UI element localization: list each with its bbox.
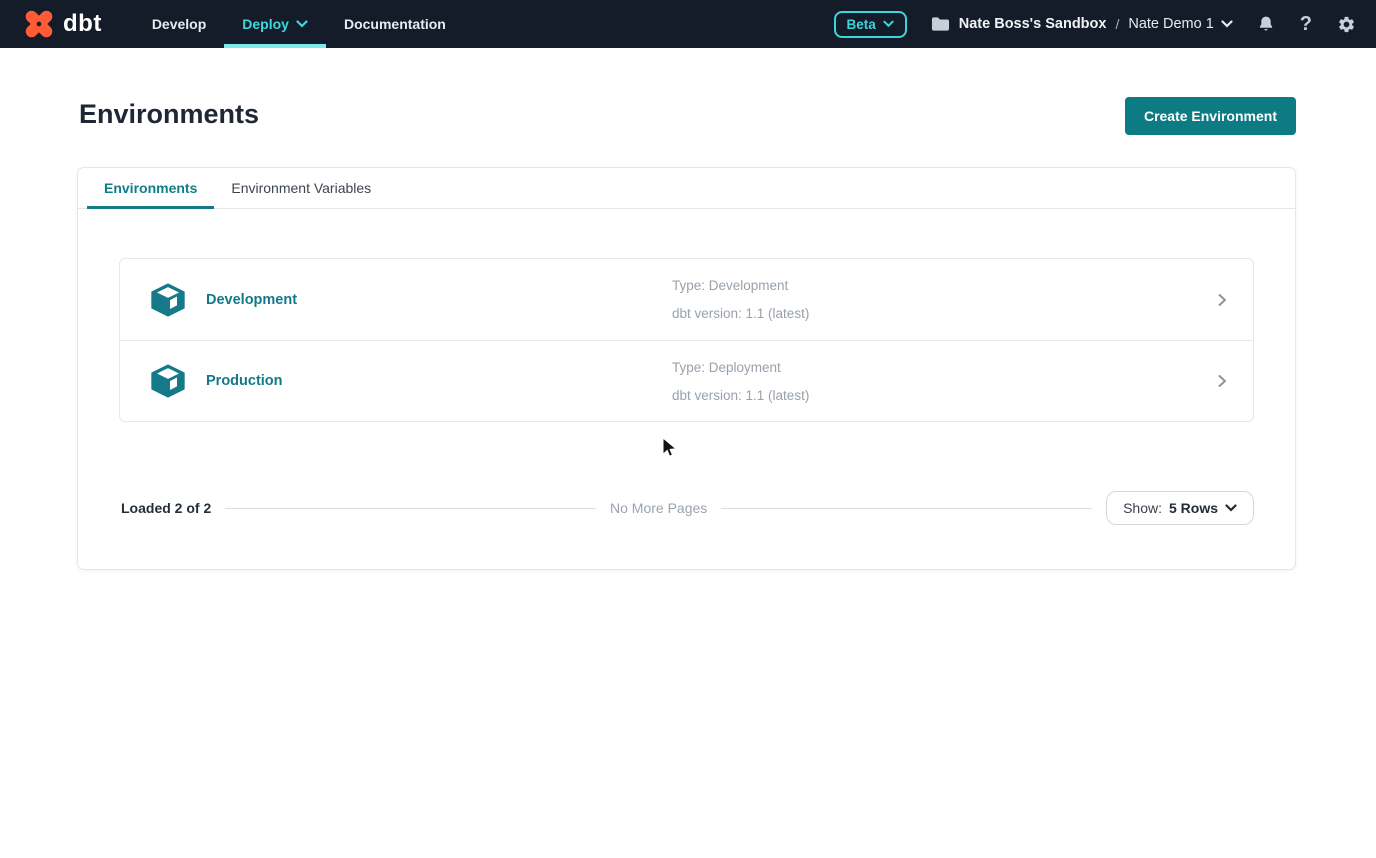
chevron-down-icon: [296, 20, 308, 28]
environment-version: dbt version: 1.1 (latest): [672, 306, 809, 321]
nav-item-label: Deploy: [242, 16, 289, 32]
project-name: Nate Demo 1: [1128, 16, 1213, 32]
create-environment-button[interactable]: Create Environment: [1125, 97, 1296, 135]
nav-item-documentation[interactable]: Documentation: [326, 0, 464, 48]
nav-item-develop[interactable]: Develop: [134, 0, 224, 48]
chevron-down-icon: [1225, 504, 1237, 512]
environment-row-production[interactable]: Production Type: Deployment dbt version:…: [120, 340, 1253, 421]
rows-value: 5 Rows: [1169, 500, 1218, 516]
beta-label: Beta: [847, 17, 876, 32]
chevron-right-icon[interactable]: [1215, 374, 1229, 388]
notifications-bell-icon[interactable]: [1257, 15, 1275, 34]
nav-item-deploy[interactable]: Deploy: [224, 0, 326, 48]
environment-version: dbt version: 1.1 (latest): [672, 388, 809, 403]
environment-cube-icon: [148, 361, 188, 401]
loaded-count: Loaded 2 of 2: [121, 500, 211, 516]
page-title: Environments: [79, 99, 259, 130]
tab-environment-variables[interactable]: Environment Variables: [214, 168, 388, 208]
environments-card: Environments Environment Variables Devel…: [77, 167, 1296, 570]
rows-per-page-dropdown[interactable]: Show: 5 Rows: [1106, 491, 1254, 525]
dbt-logo[interactable]: dbt: [22, 7, 102, 41]
chevron-right-icon[interactable]: [1215, 293, 1229, 307]
nav-icon-group: ?: [1257, 14, 1356, 34]
breadcrumb: Nate Boss's Sandbox / Nate Demo 1: [931, 16, 1233, 32]
tab-environments[interactable]: Environments: [87, 168, 214, 208]
no-more-pages-label: No More Pages: [610, 500, 707, 516]
tab-label: Environments: [104, 180, 197, 196]
nav-item-label: Documentation: [344, 16, 446, 32]
nav-right: Beta Nate Boss's Sandbox / Nate Demo 1 ?: [834, 11, 1357, 38]
environment-name-link[interactable]: Production: [206, 373, 283, 389]
project-dropdown[interactable]: Nate Demo 1: [1128, 16, 1232, 32]
environment-type: Type: Development: [672, 278, 809, 293]
environment-row-development[interactable]: Development Type: Development dbt versio…: [120, 259, 1253, 340]
pagination-bar: Loaded 2 of 2 No More Pages Show: 5 Rows: [119, 491, 1254, 525]
show-label: Show:: [1123, 500, 1162, 516]
divider-line: [721, 508, 1092, 509]
environment-list: Development Type: Development dbt versio…: [119, 258, 1254, 422]
environment-meta: Type: Deployment dbt version: 1.1 (lates…: [672, 341, 809, 422]
divider-line: [225, 508, 596, 509]
tab-bar: Environments Environment Variables: [78, 168, 1295, 209]
environment-type: Type: Deployment: [672, 360, 809, 375]
environment-name-link[interactable]: Development: [206, 292, 297, 308]
brand-text: dbt: [63, 10, 102, 38]
account-name[interactable]: Nate Boss's Sandbox: [959, 16, 1107, 32]
breadcrumb-separator: /: [1115, 16, 1119, 32]
help-icon[interactable]: ?: [1300, 14, 1312, 34]
environment-cube-icon: [148, 280, 188, 320]
nav-item-label: Develop: [152, 16, 206, 32]
gear-icon[interactable]: [1337, 15, 1356, 34]
tab-label: Environment Variables: [231, 180, 371, 196]
folder-icon: [931, 16, 950, 32]
beta-dropdown[interactable]: Beta: [834, 11, 907, 38]
top-nav: dbt Develop Deploy Documentation Beta Na…: [0, 0, 1376, 48]
dbt-logo-icon: [22, 7, 56, 41]
primary-nav: Develop Deploy Documentation: [134, 0, 464, 48]
chevron-down-icon: [1221, 20, 1233, 28]
environment-meta: Type: Development dbt version: 1.1 (late…: [672, 259, 809, 340]
chevron-down-icon: [883, 20, 894, 28]
